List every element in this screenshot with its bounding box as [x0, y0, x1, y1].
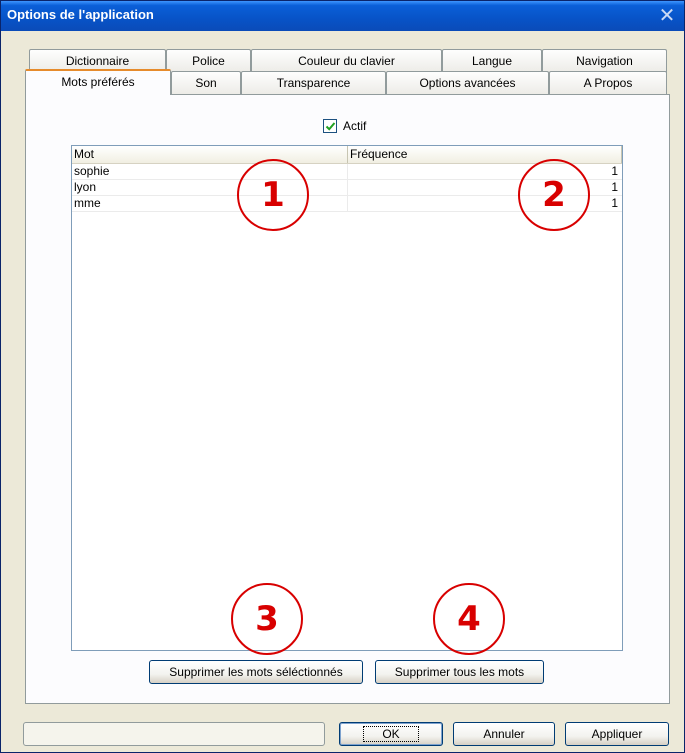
- tab-couleur-du-clavier[interactable]: Couleur du clavier: [251, 49, 442, 73]
- title-bar[interactable]: Options de l'application ✕: [1, 1, 684, 31]
- ok-button[interactable]: OK: [339, 722, 443, 746]
- cell-mot: sophie: [72, 164, 348, 179]
- annotation-4: 4: [433, 583, 505, 655]
- tab-police[interactable]: Police: [166, 49, 251, 73]
- tab-transparence[interactable]: Transparence: [241, 71, 386, 95]
- close-icon[interactable]: ✕: [656, 6, 678, 27]
- annotation-2: 2: [518, 159, 590, 231]
- options-window: Options de l'application ✕ Dictionnaire …: [0, 0, 685, 753]
- status-field: [23, 722, 325, 746]
- cancel-button[interactable]: Annuler: [453, 722, 555, 746]
- delete-selected-button[interactable]: Supprimer les mots séléctionnés: [149, 660, 363, 684]
- ok-button-label: OK: [363, 726, 419, 742]
- actif-checkbox-group[interactable]: Actif: [323, 117, 366, 135]
- column-header-mot[interactable]: Mot: [72, 146, 348, 163]
- window-title: Options de l'application: [7, 7, 154, 22]
- apply-button[interactable]: Appliquer: [565, 722, 669, 746]
- tab-navigation[interactable]: Navigation: [542, 49, 667, 73]
- actif-label: Actif: [343, 119, 367, 133]
- tab-strip: Dictionnaire Police Couleur du clavier L…: [25, 49, 670, 95]
- tab-a-propos[interactable]: A Propos: [549, 71, 667, 95]
- tab-options-avancees[interactable]: Options avancées: [386, 71, 549, 95]
- delete-all-button[interactable]: Supprimer tous les mots: [375, 660, 544, 684]
- tab-langue[interactable]: Langue: [442, 49, 542, 73]
- annotation-3: 3: [231, 583, 303, 655]
- column-header-frequence[interactable]: Fréquence: [348, 146, 622, 163]
- actif-checkbox[interactable]: [323, 119, 337, 133]
- annotation-1: 1: [237, 159, 309, 231]
- checkmark-icon: [325, 122, 336, 131]
- tab-son[interactable]: Son: [171, 71, 241, 95]
- tab-mots-preferes[interactable]: Mots préférés: [25, 69, 171, 95]
